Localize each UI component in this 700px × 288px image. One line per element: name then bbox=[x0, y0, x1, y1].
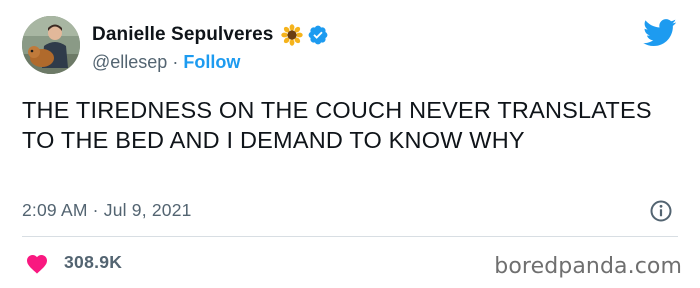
info-icon[interactable] bbox=[649, 199, 673, 223]
verified-badge-icon bbox=[307, 24, 329, 46]
tweet-card: Danielle Sepulveres @ellesep · Follow TH… bbox=[0, 0, 700, 288]
display-name[interactable]: Danielle Sepulveres bbox=[92, 24, 273, 46]
twitter-bird-icon[interactable] bbox=[643, 19, 677, 47]
sunflower-emoji-icon bbox=[281, 24, 304, 46]
handle-row: @ellesep · Follow bbox=[92, 50, 240, 74]
divider bbox=[22, 236, 678, 237]
tweet-text: THE TIREDNESS ON THE COUCH NEVER TRANSLA… bbox=[22, 97, 652, 153]
like-count[interactable]: 308.9K bbox=[64, 252, 122, 273]
handle-separator: · bbox=[172, 51, 179, 72]
watermark: boredpanda.com bbox=[494, 254, 682, 279]
heart-icon[interactable] bbox=[25, 252, 49, 274]
user-handle[interactable]: @ellesep bbox=[92, 52, 167, 73]
tweet-timestamp[interactable]: 2:09 AM · Jul 9, 2021 bbox=[22, 200, 192, 221]
avatar[interactable] bbox=[22, 16, 80, 74]
follow-link[interactable]: Follow bbox=[183, 52, 240, 73]
author-name-row: Danielle Sepulveres bbox=[92, 22, 329, 48]
